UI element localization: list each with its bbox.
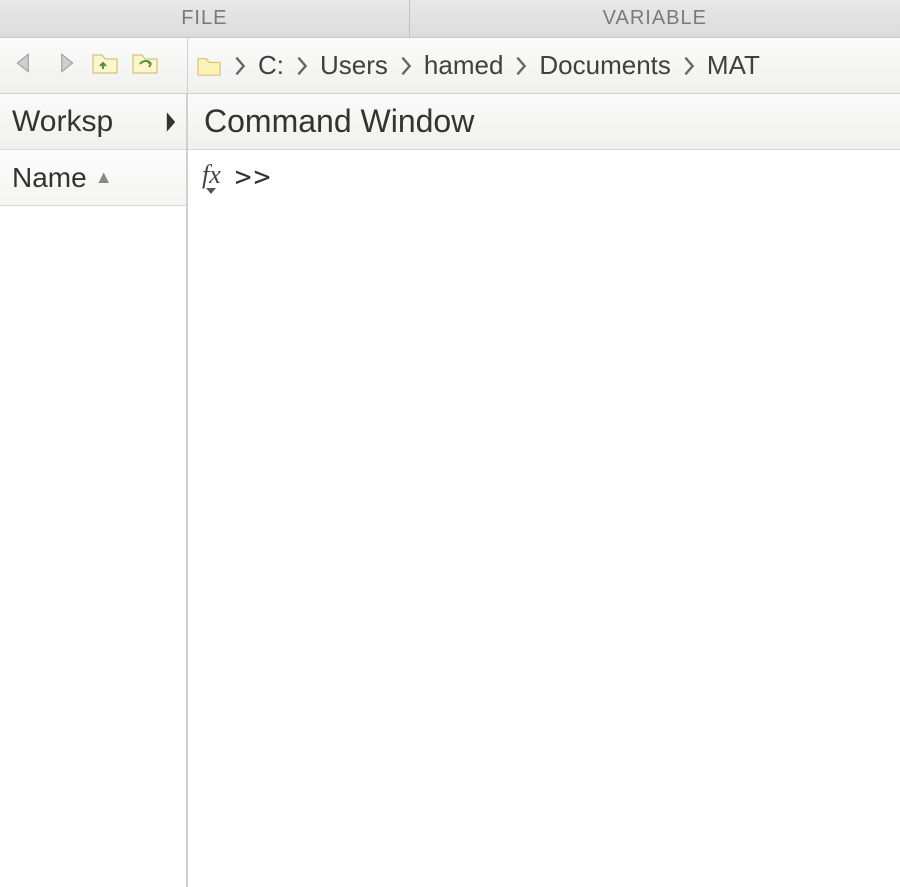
column-label: Name: [12, 162, 87, 194]
nav-buttons: [0, 38, 188, 93]
workspace-list[interactable]: [0, 206, 186, 887]
arrow-right-icon: [52, 50, 78, 81]
folder-up-icon: [91, 50, 119, 81]
chevron-right-icon: [296, 56, 308, 76]
ribbon-tabs: FILE VARIABLE: [0, 0, 900, 38]
expand-panel-button[interactable]: [164, 110, 178, 134]
sort-asc-icon: ▲: [95, 167, 113, 188]
path-segment-1[interactable]: Users: [314, 48, 394, 83]
workspace-title-bar: Worksp: [0, 94, 186, 150]
main-body: Worksp Name ▲ Command Window fx >>: [0, 94, 900, 887]
up-folder-button[interactable]: [90, 52, 120, 80]
arrow-left-icon: [12, 50, 38, 81]
path-segment-2[interactable]: hamed: [418, 48, 510, 83]
path-segment-4[interactable]: MAT: [701, 48, 766, 83]
chevron-right-icon: [515, 56, 527, 76]
chevron-right-icon: [683, 56, 695, 76]
browse-folder-button[interactable]: [130, 52, 160, 80]
workspace-column-name[interactable]: Name ▲: [0, 150, 186, 206]
back-button[interactable]: [10, 51, 40, 81]
workspace-panel: Worksp Name ▲: [0, 94, 188, 887]
address-bar[interactable]: C: Users hamed Documents MAT: [188, 38, 900, 93]
path-segment-3[interactable]: Documents: [533, 48, 677, 83]
command-input[interactable]: [286, 160, 886, 193]
command-window-body[interactable]: fx >>: [188, 150, 900, 887]
path-segment-0[interactable]: C:: [252, 48, 290, 83]
folder-arrow-icon: [131, 50, 159, 81]
fx-button[interactable]: fx: [202, 160, 221, 190]
tab-variable[interactable]: VARIABLE: [410, 0, 900, 37]
command-window-title: Command Window: [188, 94, 900, 150]
chevron-right-icon: [400, 56, 412, 76]
tab-file[interactable]: FILE: [0, 0, 410, 37]
command-prompt: >>: [235, 160, 273, 193]
chevron-right-icon: [234, 56, 246, 76]
folder-icon: [196, 55, 222, 77]
toolbar: C: Users hamed Documents MAT: [0, 38, 900, 94]
workspace-title: Worksp: [12, 105, 113, 139]
forward-button[interactable]: [50, 51, 80, 81]
command-window-panel: Command Window fx >>: [188, 94, 900, 887]
